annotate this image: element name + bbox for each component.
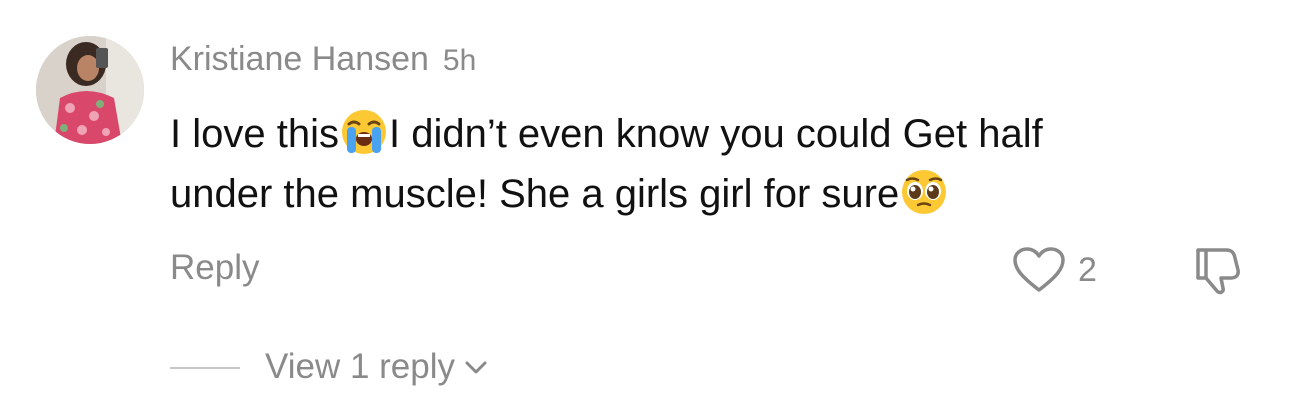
comment-text-line-1: I love this I didn’t even know you could…: [170, 104, 1250, 164]
comment-meta: Kristiane Hansen 5h: [170, 40, 476, 84]
view-replies-label: View 1 reply: [265, 347, 456, 386]
avatar[interactable]: [36, 36, 144, 144]
comment-text-segment-1: I love this: [170, 112, 339, 156]
like-button[interactable]: 2: [1012, 244, 1097, 296]
comment-text: I love this I didn’t even know you could…: [170, 104, 1250, 224]
comment-item: Kristiane Hansen 5h I love this I didn’t…: [0, 0, 1290, 405]
comment-text-segment-2: I didn’t even know you could Get half: [388, 112, 1043, 156]
comment-text-line-2: under the muscle! She a girls girl for s…: [170, 164, 1250, 224]
comment-text-segment-3: under the muscle! She a girls girl for s…: [170, 172, 900, 216]
chevron-down-icon: [465, 361, 487, 374]
heart-outline-icon: [1013, 247, 1065, 292]
reply-button[interactable]: Reply: [170, 248, 259, 288]
like-count: 2: [1078, 250, 1097, 289]
pleading-face-icon: [902, 170, 947, 214]
view-replies-button[interactable]: View 1 reply: [265, 344, 489, 390]
thread-divider: [170, 367, 240, 369]
comment-timestamp: 5h: [442, 44, 477, 77]
loudly-crying-face-icon: [341, 110, 386, 154]
thumbs-down-icon[interactable]: [1190, 244, 1246, 296]
author-name[interactable]: Kristiane Hansen: [170, 40, 429, 79]
